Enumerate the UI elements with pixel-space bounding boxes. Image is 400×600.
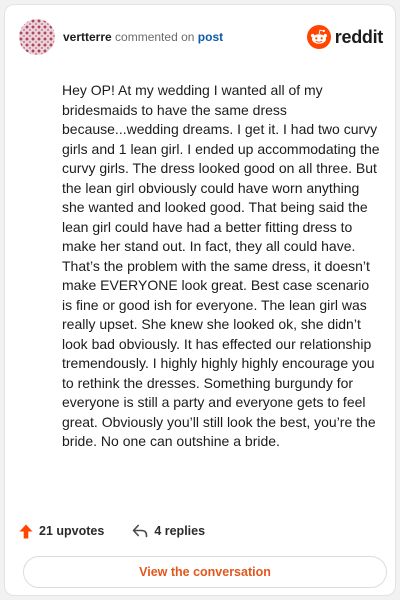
post-link[interactable]: post bbox=[198, 30, 223, 44]
replies-count: 4 replies bbox=[154, 524, 206, 538]
upvote-button[interactable]: 21 upvotes bbox=[19, 524, 104, 539]
logo-text: reddit bbox=[334, 26, 384, 47]
comment-body: Hey OP! At my wedding I wanted all of my… bbox=[62, 82, 380, 449]
upvotes-count: 21 upvotes bbox=[39, 524, 105, 538]
reddit-logo[interactable]: reddit bbox=[306, 24, 384, 50]
view-conversation-button[interactable]: View the conversation bbox=[23, 556, 387, 588]
username-link[interactable]: vertterre bbox=[63, 30, 112, 44]
avatar[interactable] bbox=[19, 19, 55, 55]
reply-arrow-icon bbox=[133, 524, 148, 538]
action-text: commented on bbox=[115, 30, 195, 44]
replies-button[interactable]: 4 replies bbox=[132, 524, 205, 538]
comment-card: vertterre commented on post reddit Hey O… bbox=[4, 4, 396, 596]
comment-header: vertterre commented on post reddit bbox=[19, 19, 383, 59]
comment-stats: 21 upvotes 4 replies bbox=[19, 520, 205, 542]
user-line: vertterre commented on post bbox=[63, 30, 223, 44]
upvote-arrow-icon bbox=[19, 524, 33, 538]
reddit-snoo-icon bbox=[306, 25, 331, 49]
